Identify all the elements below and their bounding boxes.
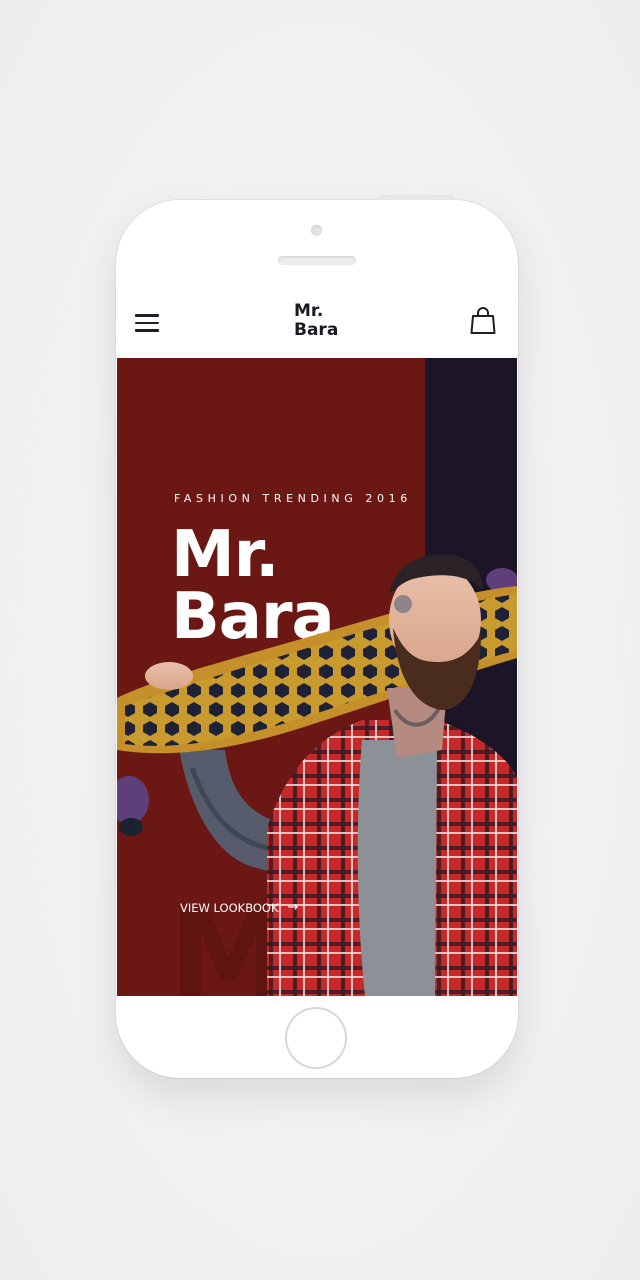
app-screen: Mr. Bara Mr FASHION TRENDING 2016 Mr. Ba… [117, 286, 517, 996]
page-background: Mr. Bara Mr FASHION TRENDING 2016 Mr. Ba… [0, 0, 640, 1280]
view-lookbook-link[interactable]: VIEW LOOKBOOK → [180, 900, 298, 915]
view-lookbook-label: VIEW LOOKBOOK [180, 900, 279, 915]
front-camera [311, 225, 322, 236]
brand-logo[interactable]: Mr. Bara [287, 302, 367, 340]
phone-power-button [378, 195, 454, 200]
phone-volume-down-button [110, 458, 115, 494]
wheel-hub [119, 818, 143, 836]
earpiece-speaker [278, 256, 356, 265]
brand-logo-line1: Mr. [294, 301, 324, 321]
shopping-bag-icon[interactable] [469, 306, 497, 336]
home-button[interactable] [285, 1007, 347, 1069]
app-header: Mr. Bara [117, 286, 517, 358]
hero-model-photo [117, 554, 517, 996]
wheel-left [117, 776, 149, 824]
phone-side-button [110, 282, 115, 326]
hero-banner: Mr FASHION TRENDING 2016 Mr. Bara VIEW L… [117, 358, 517, 996]
arrow-right-icon: → [287, 900, 299, 915]
brand-logo-line2: Bara [294, 320, 339, 340]
hamburger-menu-icon[interactable] [135, 314, 159, 332]
phone-volume-up-button [110, 375, 115, 411]
